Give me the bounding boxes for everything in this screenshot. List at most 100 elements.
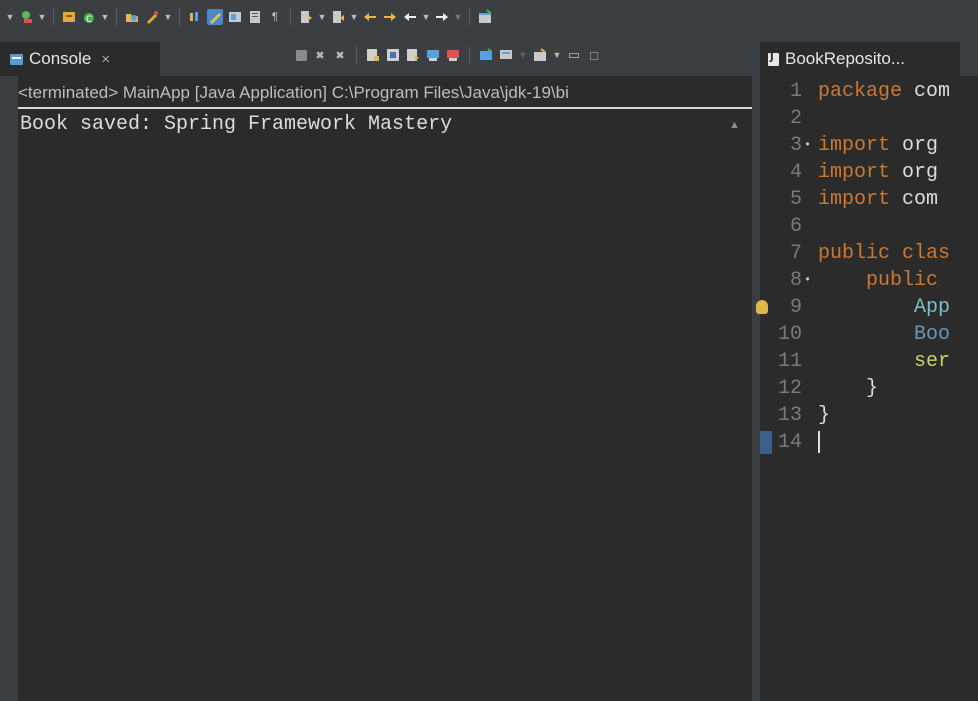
- last-edit-forward-icon[interactable]: [382, 9, 398, 25]
- code-line[interactable]: 11 ser: [760, 348, 978, 375]
- code-line[interactable]: 4 import org: [760, 159, 978, 186]
- terminate-icon[interactable]: [296, 49, 307, 61]
- toolbar-separator: [116, 8, 117, 26]
- annotation-icon[interactable]: [187, 9, 203, 25]
- code-text[interactable]: import com: [818, 186, 938, 213]
- code-line[interactable]: 6: [760, 213, 978, 240]
- run-icon[interactable]: [18, 9, 34, 25]
- display-console-icon[interactable]: [499, 48, 513, 62]
- code-line[interactable]: 2: [760, 105, 978, 132]
- chevron-down-icon[interactable]: ▼: [6, 12, 15, 22]
- code-text[interactable]: }: [818, 402, 830, 429]
- open-console-icon[interactable]: [533, 48, 547, 62]
- tab-console[interactable]: Console ×: [0, 42, 160, 76]
- code-line[interactable]: 8 • public: [760, 267, 978, 294]
- forward-icon[interactable]: [434, 9, 450, 25]
- show-on-stdout-icon[interactable]: [426, 48, 440, 62]
- line-number: 3: [789, 134, 802, 157]
- maximize-icon[interactable]: □: [587, 48, 601, 63]
- mark-occurrences-icon[interactable]: [207, 9, 223, 25]
- remove-all-terminated-icon[interactable]: ✖: [333, 48, 347, 62]
- line-number: 14: [777, 431, 802, 454]
- code-token: }: [818, 404, 831, 427]
- tab-bookrepository-label: BookReposito...: [785, 49, 906, 68]
- open-type-icon[interactable]: [124, 9, 140, 25]
- code-text[interactable]: import org: [818, 159, 938, 186]
- code-token: com: [902, 80, 951, 103]
- line-number: 5: [789, 188, 802, 211]
- code-text[interactable]: }: [818, 375, 878, 402]
- close-icon[interactable]: ×: [101, 51, 110, 68]
- editor-view: BookReposito... 1package com23•import or…: [756, 36, 978, 701]
- code-line[interactable]: 1 package com: [760, 78, 978, 105]
- code-text[interactable]: Boo: [818, 321, 950, 348]
- pin-console-icon[interactable]: [479, 48, 493, 62]
- code-line[interactable]: 9 App: [756, 294, 978, 321]
- word-wrap-icon[interactable]: [406, 48, 420, 62]
- fold-marker-icon[interactable]: •: [804, 132, 811, 159]
- scroll-lock-icon[interactable]: [386, 48, 400, 62]
- line-number: 9: [789, 296, 802, 319]
- chevron-down-icon[interactable]: ▼: [422, 12, 431, 22]
- fold-marker-icon[interactable]: •: [804, 267, 811, 294]
- toolbar-separator: [469, 8, 470, 26]
- code-text[interactable]: ser: [818, 348, 950, 375]
- tab-bookrepository[interactable]: BookReposito...: [760, 42, 960, 76]
- code-token: }: [818, 377, 879, 400]
- new-window-icon[interactable]: [477, 9, 493, 25]
- code-text[interactable]: import org: [818, 132, 938, 159]
- search-icon[interactable]: [144, 9, 160, 25]
- code-line[interactable]: 5 import com: [760, 186, 978, 213]
- code-text[interactable]: package com: [818, 78, 950, 105]
- line-number: 8: [789, 269, 802, 292]
- toolbar-separator: [469, 46, 470, 64]
- main-toolbar: ▼ ▼ C ▼ ▼ ¶ ▼ ▼ ▼ ▼: [0, 0, 978, 34]
- code-text[interactable]: public: [818, 267, 938, 294]
- code-text[interactable]: [818, 429, 820, 456]
- code-line[interactable]: 7 public clas: [760, 240, 978, 267]
- line-number: 7: [789, 242, 802, 265]
- console-output-text[interactable]: Book saved: Spring Framework Mastery: [20, 113, 452, 136]
- chevron-down-icon[interactable]: ▼: [164, 12, 173, 22]
- chevron-down-icon[interactable]: ▼: [553, 50, 562, 60]
- toolbar-separator: [356, 46, 357, 64]
- code-token: com: [890, 188, 939, 211]
- clear-console-icon[interactable]: [366, 48, 380, 62]
- chevron-down-icon[interactable]: ▼: [101, 12, 110, 22]
- code-line[interactable]: 12 }: [760, 375, 978, 402]
- chevron-down-icon[interactable]: ▼: [519, 50, 528, 60]
- new-class-icon[interactable]: C: [81, 9, 97, 25]
- code-text[interactable]: public clas: [818, 240, 950, 267]
- new-package-icon[interactable]: [61, 9, 77, 25]
- code-line[interactable]: 10 Boo: [760, 321, 978, 348]
- show-on-stderr-icon[interactable]: [446, 48, 460, 62]
- code-token: package: [818, 80, 903, 103]
- show-whitespace-icon[interactable]: [247, 9, 263, 25]
- code-editor[interactable]: 1 package com 2 3 • import org 4 import org 5 imp…: [756, 78, 978, 456]
- chevron-down-icon[interactable]: ▼: [454, 12, 463, 22]
- pane-splitter[interactable]: [752, 36, 760, 701]
- toggle-block-selection-icon[interactable]: [227, 9, 243, 25]
- code-line[interactable]: 13}: [760, 402, 978, 429]
- back-icon[interactable]: [402, 9, 418, 25]
- editor-tabbar: BookReposito...: [760, 36, 978, 76]
- prev-annotation-icon[interactable]: [330, 9, 346, 25]
- minimize-icon[interactable]: ▭: [567, 47, 581, 62]
- scroll-up-arrow[interactable]: ▲: [729, 119, 740, 131]
- java-file-icon: [768, 52, 779, 66]
- last-edit-icon[interactable]: [362, 9, 378, 25]
- chevron-down-icon[interactable]: ▼: [318, 12, 327, 22]
- code-line[interactable]: 3 • import org: [760, 132, 978, 159]
- chevron-down-icon[interactable]: ▼: [38, 12, 47, 22]
- code-text[interactable]: App: [818, 294, 950, 321]
- code-line[interactable]: 14: [760, 429, 978, 456]
- toolbar-separator: [179, 8, 180, 26]
- console-icon: [10, 53, 23, 65]
- next-annotation-icon[interactable]: [298, 9, 314, 25]
- chevron-down-icon[interactable]: ▼: [350, 12, 359, 22]
- paragraph-icon[interactable]: ¶: [267, 9, 283, 25]
- remove-launch-icon[interactable]: ✖: [313, 48, 327, 62]
